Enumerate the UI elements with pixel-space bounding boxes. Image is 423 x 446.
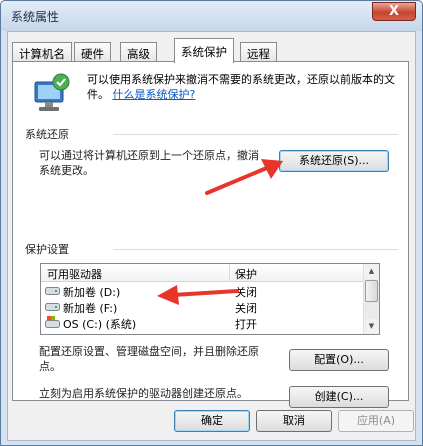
drive-name: OS (C:) (系统): [63, 318, 137, 331]
create-description: 立刻为启用系统保护的驱动器创建还原点。: [39, 387, 248, 400]
column-separator: [229, 264, 230, 282]
system-protection-icon: [34, 73, 70, 111]
system-protection-panel: 可以使用系统保护来撤消不需要的系统更改，还原以前版本的文件。 什么是系统保护? …: [12, 61, 409, 408]
cancel-button[interactable]: 取消: [256, 410, 332, 432]
configure-description: 配置还原设置、管理磁盘空间，并且删除还原点。: [39, 345, 259, 373]
protection-settings-section-label: 保护设置: [25, 243, 69, 256]
drive-name: 新加卷 (D:): [63, 286, 121, 299]
system-restore-section-label: 系统还原: [25, 128, 69, 141]
system-properties-window: 系统属性 X 计算机名 硬件 高级 系统保护 远程 可以使用系统保护来撤消不需要…: [0, 0, 423, 446]
drive-icon: [45, 303, 60, 311]
scroll-thumb[interactable]: [365, 280, 378, 302]
drive-row[interactable]: 新加卷 (D:) 关闭: [41, 283, 365, 299]
window-title: 系统属性: [11, 10, 60, 24]
tab-remote[interactable]: 远程: [240, 42, 277, 62]
list-scrollbar[interactable]: ▲ ▼: [363, 264, 379, 334]
tab-hardware[interactable]: 硬件: [74, 42, 111, 62]
list-header: 可用驱动器 保护: [41, 264, 365, 282]
tab-computer-name[interactable]: 计算机名: [12, 42, 72, 62]
section-divider: [113, 134, 398, 135]
drive-protection-status: 关闭: [235, 302, 257, 315]
dialog-client-area: 计算机名 硬件 高级 系统保护 远程 可以使用系统保护来撤消不需要的系统更改，还…: [7, 31, 416, 441]
drive-row[interactable]: 新加卷 (F:) 关闭: [41, 299, 365, 315]
drive-protection-status: 打开: [235, 318, 257, 331]
system-restore-button[interactable]: 系统还原(S)...: [279, 150, 389, 172]
system-drive-icon: [45, 316, 60, 328]
configure-button[interactable]: 配置(O)...: [289, 349, 389, 371]
tab-advanced[interactable]: 高级: [120, 42, 157, 62]
what-is-system-protection-link[interactable]: 什么是系统保护?: [113, 88, 196, 101]
drive-protection-list[interactable]: 可用驱动器 保护 新加卷 (D:) 关闭 新加卷 (F:) 关闭 OS (C:)…: [40, 263, 380, 335]
scroll-down-icon[interactable]: ▼: [364, 319, 379, 334]
ok-button[interactable]: 确定: [174, 410, 250, 432]
title-bar[interactable]: 系统属性 X: [1, 1, 422, 31]
apply-button[interactable]: 应用(A): [338, 410, 414, 432]
system-restore-description: 可以通过将计算机还原到上一个还原点，撤消系统更改。: [39, 149, 259, 177]
scroll-up-icon[interactable]: ▲: [364, 264, 379, 279]
tab-system-protection[interactable]: 系统保护: [174, 38, 234, 63]
close-button[interactable]: X: [372, 2, 416, 21]
drive-row[interactable]: OS (C:) (系统) 打开: [41, 315, 365, 331]
section-divider: [113, 249, 398, 250]
create-button[interactable]: 创建(C)...: [289, 386, 389, 408]
column-header-available-drives[interactable]: 可用驱动器: [47, 266, 102, 282]
drive-protection-status: 关闭: [235, 286, 257, 299]
drive-name: 新加卷 (F:): [63, 302, 118, 315]
intro-description: 可以使用系统保护来撤消不需要的系统更改，还原以前版本的文件。 什么是系统保护?: [87, 72, 397, 102]
column-header-protection[interactable]: 保护: [235, 266, 257, 282]
drive-icon: [45, 287, 60, 295]
